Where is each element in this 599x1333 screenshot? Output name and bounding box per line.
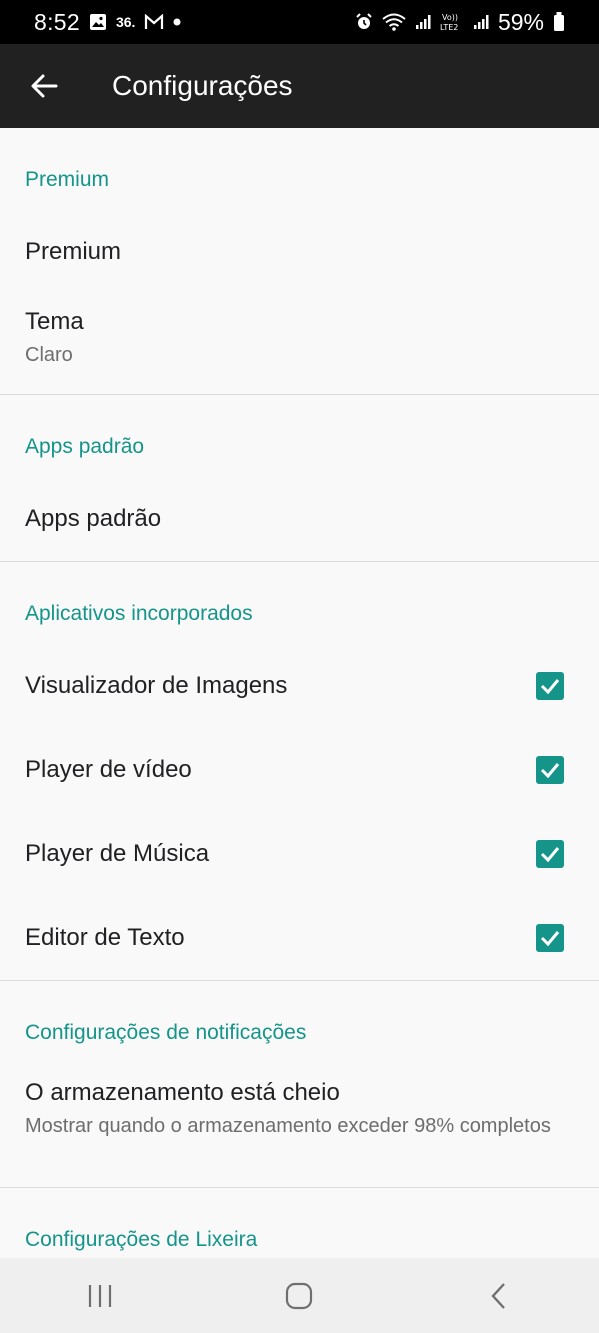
- settings-list[interactable]: Premium Premium Tema Claro Apps padrão A…: [0, 128, 599, 1258]
- gallery-notification-icon: [89, 13, 107, 31]
- check-icon: [540, 763, 560, 779]
- section-header-default-apps: Apps padrão: [25, 435, 145, 458]
- svg-text:Vo)): Vo)): [442, 13, 458, 22]
- signal-icon-sim2: [473, 14, 489, 30]
- section-header-notifications: Configurações de notificações: [25, 1021, 307, 1044]
- section-trash: Configurações de Lixeira: [0, 1188, 599, 1258]
- builtin-item-music-player[interactable]: Player de Música: [0, 812, 599, 896]
- system-back-button[interactable]: [439, 1258, 559, 1333]
- system-navigation-bar: [0, 1258, 599, 1333]
- builtin-item-image-viewer[interactable]: Visualizador de Imagens: [0, 644, 599, 728]
- default-apps-item-label: Apps padrão: [25, 505, 162, 532]
- chevron-left-icon: [491, 1282, 506, 1309]
- video-player-checkbox[interactable]: [536, 756, 564, 784]
- back-button[interactable]: [0, 44, 88, 128]
- status-bar: 8:52 36. Vo)) LTE2 59%: [0, 0, 599, 44]
- home-button[interactable]: [239, 1258, 359, 1333]
- recents-icon: [88, 1284, 111, 1307]
- arrow-back-icon: [31, 74, 58, 98]
- page-title: Configurações: [112, 70, 293, 101]
- status-right: Vo)) LTE2 59%: [355, 9, 565, 36]
- builtin-item-text-editor[interactable]: Editor de Texto: [0, 896, 599, 980]
- builtin-item-label: Visualizador de Imagens: [25, 672, 288, 699]
- image-viewer-checkbox[interactable]: [536, 672, 564, 700]
- temperature-notification: 36.: [115, 14, 136, 30]
- section-notifications: Configurações de notificações O armazena…: [0, 981, 599, 1188]
- signal-icon-sim1: [415, 14, 431, 30]
- app-bar: Configurações: [0, 44, 599, 128]
- builtin-item-video-player[interactable]: Player de vídeo: [0, 728, 599, 812]
- section-header-premium: Premium: [25, 168, 110, 191]
- battery-icon: [553, 12, 565, 32]
- storage-full-description: Mostrar quando o armazenamento exceder 9…: [25, 1115, 551, 1137]
- status-left: 8:52 36.: [34, 9, 181, 36]
- status-time: 8:52: [34, 8, 80, 35]
- alarm-icon: [355, 13, 373, 31]
- music-player-checkbox[interactable]: [536, 840, 564, 868]
- wifi-icon: [382, 13, 406, 31]
- check-icon: [540, 847, 560, 863]
- check-icon: [540, 679, 560, 695]
- theme-item-label: Tema: [25, 308, 84, 335]
- gmail-notification-icon: [144, 14, 164, 30]
- home-icon: [286, 1282, 313, 1309]
- section-header-builtin-apps: Aplicativos incorporados: [25, 602, 253, 625]
- volte-lte2-icon: Vo)) LTE2: [440, 12, 464, 32]
- theme-item[interactable]: Tema Claro: [0, 294, 599, 394]
- default-apps-item[interactable]: Apps padrão: [0, 477, 599, 561]
- storage-full-title: O armazenamento está cheio: [25, 1079, 340, 1106]
- svg-text:LTE2: LTE2: [440, 23, 458, 32]
- builtin-item-label: Player de vídeo: [25, 756, 192, 783]
- theme-item-value: Claro: [25, 344, 73, 366]
- storage-full-item[interactable]: O armazenamento está cheio Mostrar quand…: [0, 1063, 599, 1187]
- check-icon: [540, 931, 560, 947]
- section-header-trash: Configurações de Lixeira: [25, 1228, 258, 1251]
- battery-percent: 59%: [497, 8, 544, 35]
- section-default-apps: Apps padrão Apps padrão: [0, 395, 599, 562]
- premium-item[interactable]: Premium: [0, 210, 599, 294]
- premium-item-label: Premium: [25, 238, 122, 265]
- builtin-item-label: Player de Música: [25, 840, 210, 867]
- more-notifications-dot-icon: [173, 18, 181, 26]
- recents-button[interactable]: [40, 1258, 160, 1333]
- text-editor-checkbox[interactable]: [536, 924, 564, 952]
- section-premium: Premium Premium Tema Claro: [0, 128, 599, 395]
- builtin-item-label: Editor de Texto: [25, 924, 185, 951]
- section-builtin-apps: Aplicativos incorporados Visualizador de…: [0, 562, 599, 981]
